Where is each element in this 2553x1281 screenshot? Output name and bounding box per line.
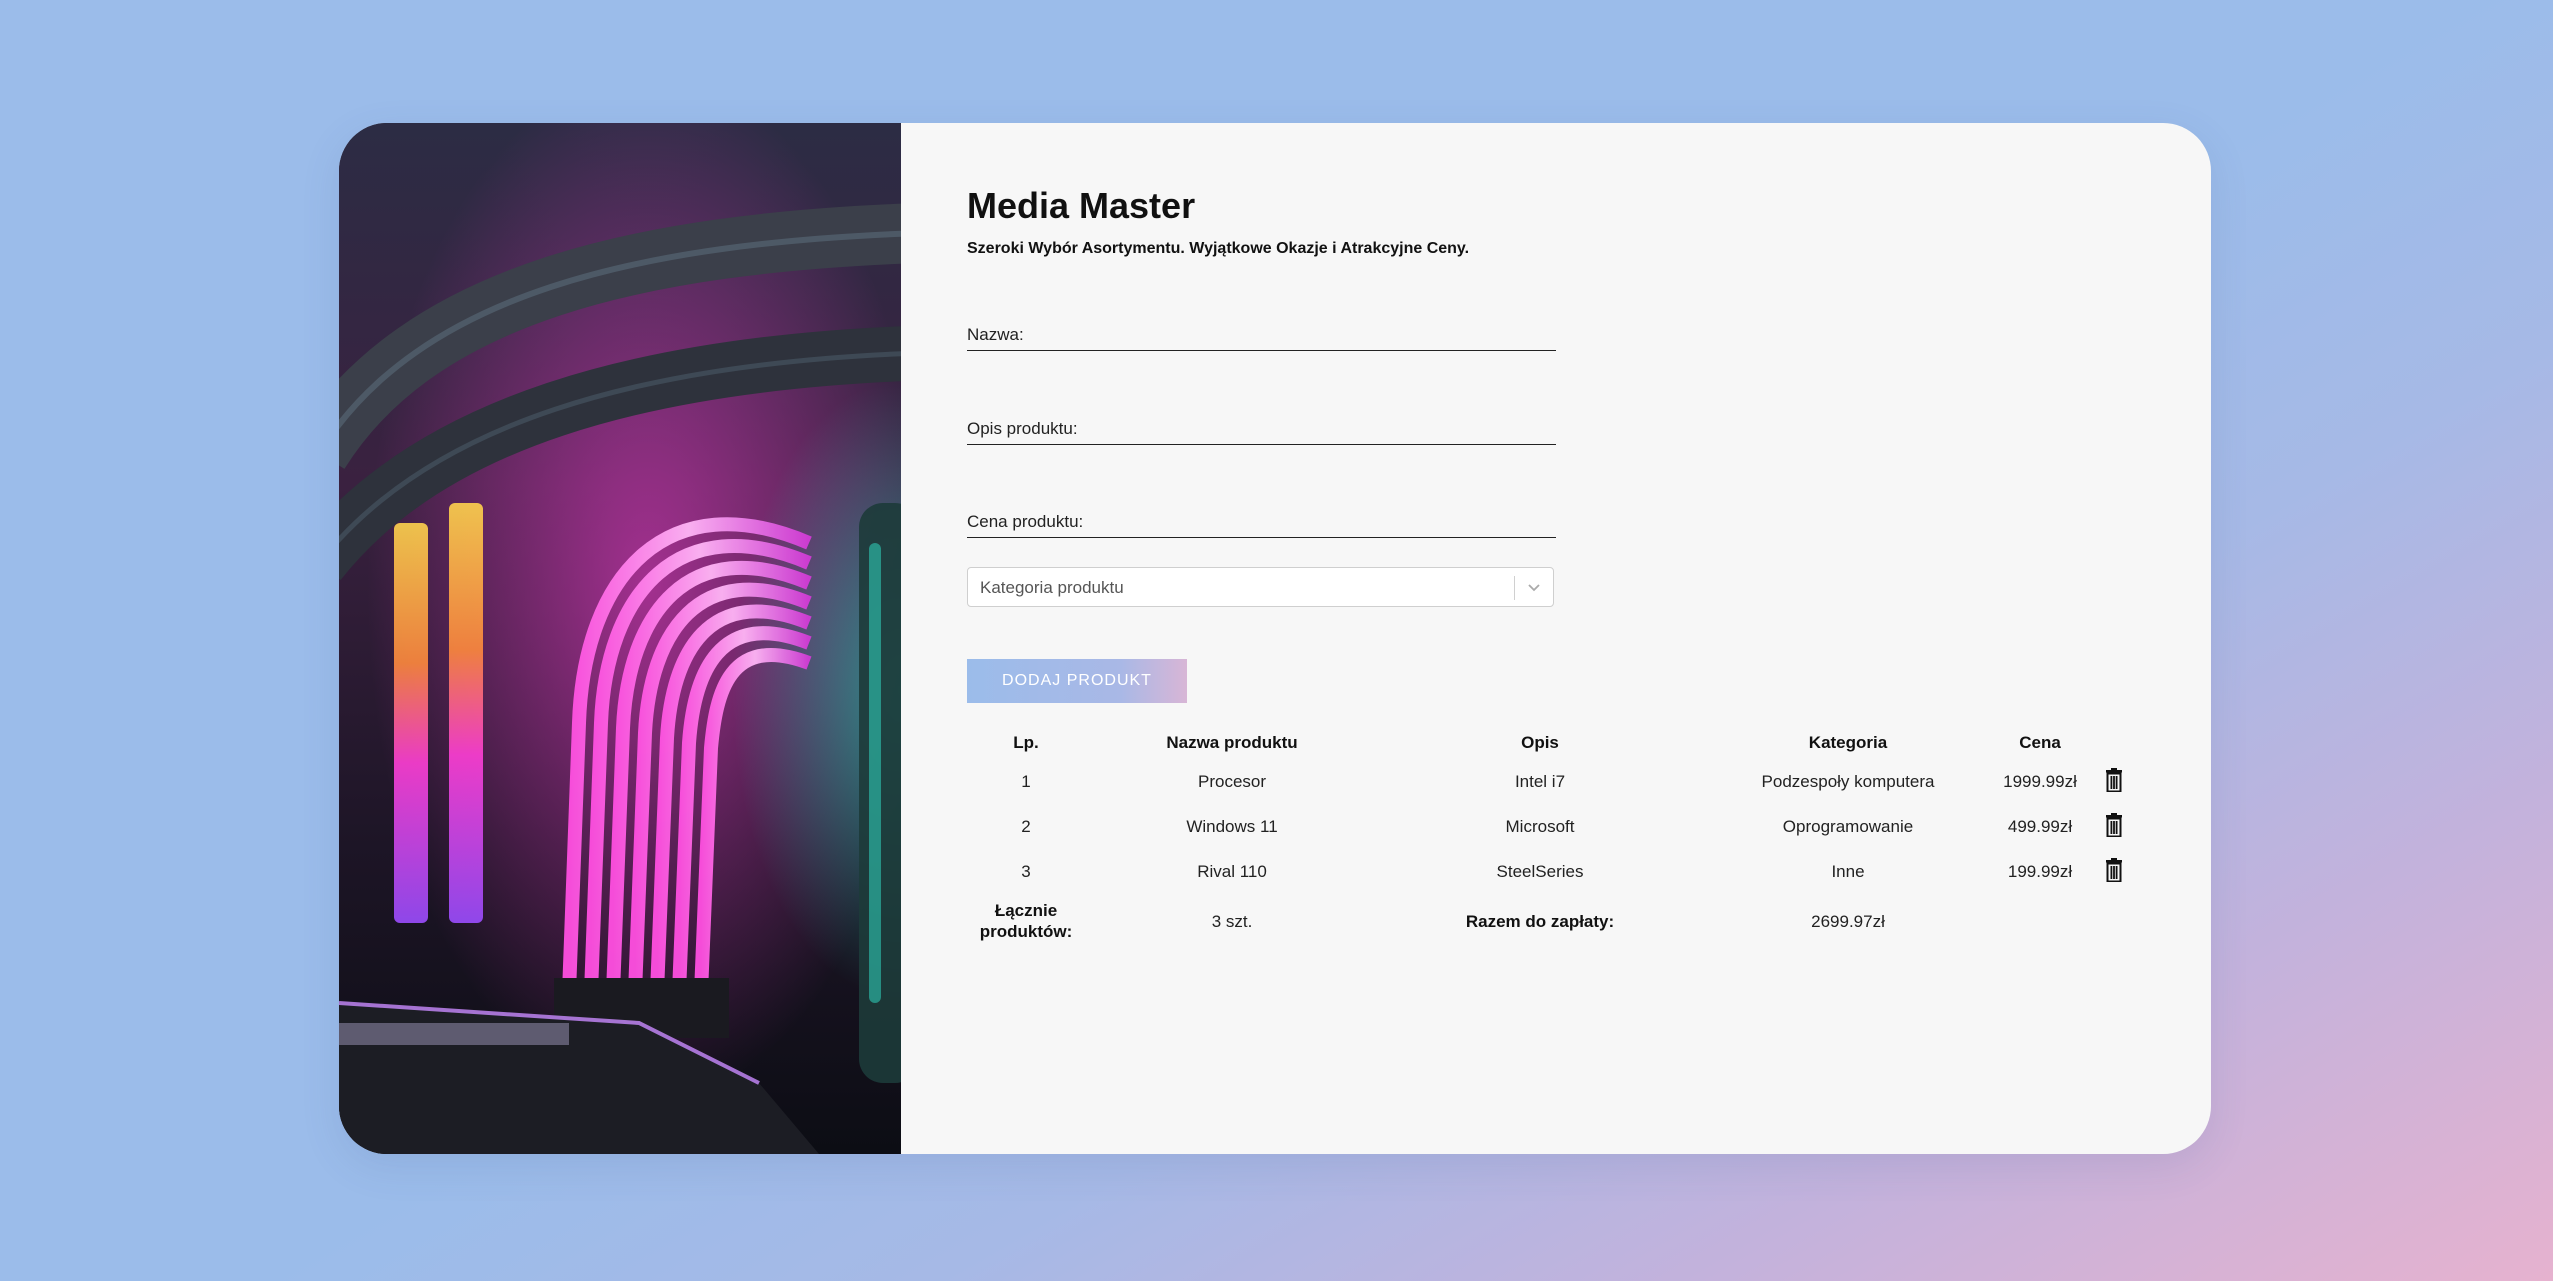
- product-card: Media Master Szeroki Wybór Asortymentu. …: [339, 123, 2211, 1154]
- header-description: Opis: [1521, 733, 1559, 752]
- header-lp: Lp.: [1013, 733, 1039, 752]
- products-table: Lp. Nazwa produktu Opis Kategoria Cena 1…: [967, 123, 2167, 1154]
- total-count-label: Łącznie produktów:: [980, 900, 1073, 942]
- row-name: Rival 110: [1197, 862, 1267, 881]
- header-price: Cena: [2019, 733, 2061, 752]
- header-name: Nazwa produktu: [1166, 733, 1298, 752]
- row-price: 199.99zł: [2007, 862, 2073, 881]
- row-description: Microsoft: [1505, 817, 1575, 836]
- row-category: Podzespoły komputera: [1761, 772, 1935, 791]
- total-count-label-line1: Łącznie: [994, 901, 1058, 920]
- row-description: SteelSeries: [1496, 862, 1584, 881]
- row-price: 499.99zł: [2007, 817, 2073, 836]
- row-name: Windows 11: [1186, 817, 1278, 836]
- row-lp: 3: [1021, 862, 1031, 881]
- header-category: Kategoria: [1808, 733, 1888, 752]
- product-form-area: Media Master Szeroki Wybór Asortymentu. …: [967, 123, 2211, 1154]
- total-amount-value: 2699.97zł: [1811, 912, 1885, 931]
- total-amount-label: Razem do zapłaty:: [1465, 912, 1615, 931]
- row-description: Intel i7: [1514, 772, 1566, 791]
- row-category: Inne: [1831, 862, 1865, 881]
- row-lp: 2: [1021, 817, 1031, 836]
- trash-icon[interactable]: [2105, 858, 2123, 883]
- hero-image: [339, 123, 901, 1154]
- row-price: 1999.99zł: [2003, 772, 2077, 791]
- row-category: Oprogramowanie: [1782, 817, 1914, 836]
- total-count-value: 3 szt.: [1211, 912, 1253, 931]
- trash-icon[interactable]: [2105, 813, 2123, 838]
- row-lp: 1: [1021, 772, 1031, 791]
- trash-icon[interactable]: [2105, 768, 2123, 793]
- row-name: Procesor: [1197, 772, 1267, 791]
- total-count-label-line2: produktów:: [979, 922, 1073, 941]
